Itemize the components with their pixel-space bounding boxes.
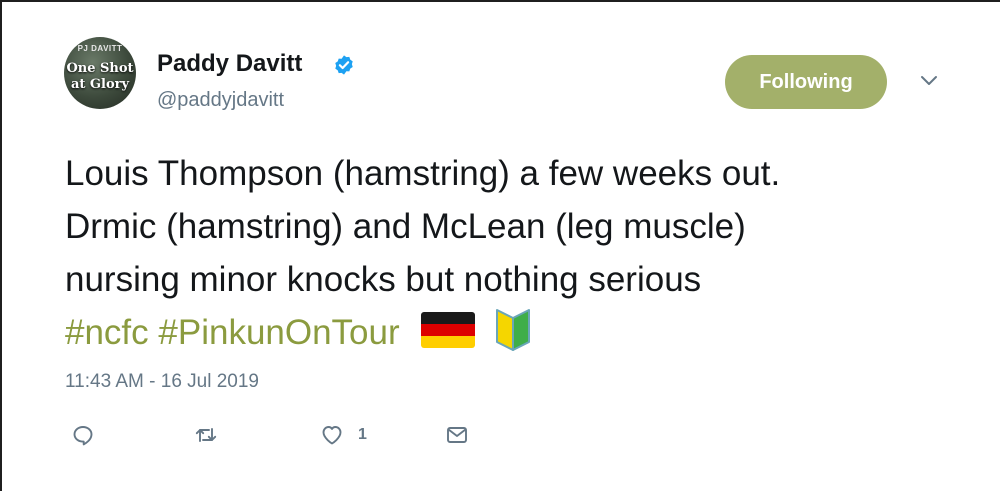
like-count: 1 [358,426,367,443]
following-button[interactable]: Following [725,55,887,109]
hashtag-link[interactable]: #PinkunOnTour [158,313,399,352]
retweet-button[interactable] [194,422,218,448]
tweet-line-4: #ncfc #PinkunOnTour [65,306,965,359]
avatar[interactable]: PJ DAVITT One Shot at Glory [64,37,136,109]
reply-icon [73,426,93,446]
direct-message-button[interactable] [445,422,469,448]
envelope-icon [447,427,467,443]
author-handle[interactable]: @paddyjdavitt [157,88,284,112]
chevron-down-icon[interactable] [919,74,939,88]
tweet-line-3: nursing minor knocks but nothing serious [65,260,702,299]
like-button[interactable]: 1 [320,422,367,448]
heart-icon [322,426,342,445]
hashtag-link[interactable]: #ncfc [65,313,149,352]
tweet-card: PJ DAVITT One Shot at Glory Paddy Davitt… [0,0,1000,491]
tweet-timestamp[interactable]: 11:43 AM - 16 Jul 2019 [65,371,259,393]
tweet-line-1: Louis Thompson (hamstring) a few weeks o… [65,154,781,193]
retweet-icon [195,428,217,442]
tweet-line-2: Drmic (hamstring) and McLean (leg muscle… [65,207,746,246]
avatar-line-2: at Glory [70,77,130,92]
tweet-text: Louis Thompson (hamstring) a few weeks o… [65,147,965,359]
author-name[interactable]: Paddy Davitt [157,50,302,78]
reply-button[interactable] [71,422,95,448]
germany-flag-icon [421,312,476,348]
avatar-line-1: One Shot [66,61,134,76]
avatar-top-text: PJ DAVITT [77,44,123,53]
japanese-beginner-symbol-icon [496,309,531,351]
verified-badge-icon [335,55,353,75]
